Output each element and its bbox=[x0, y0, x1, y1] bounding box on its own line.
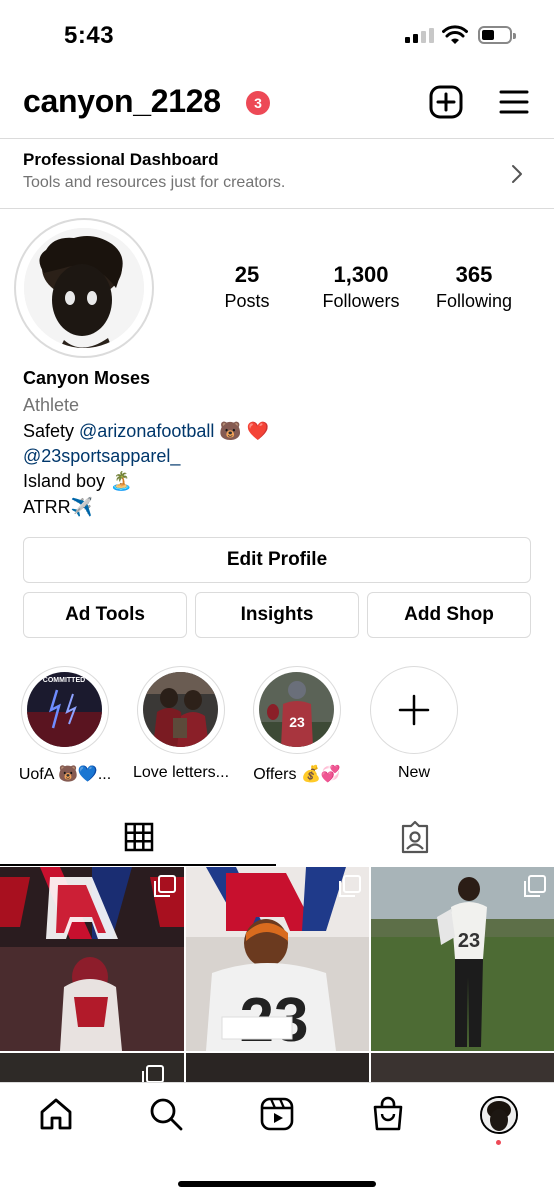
posts-stat[interactable]: 25 Posts bbox=[207, 262, 287, 312]
svg-text:23: 23 bbox=[289, 714, 305, 730]
search-icon[interactable] bbox=[148, 1096, 184, 1132]
tagged-photos-icon[interactable] bbox=[399, 820, 431, 854]
post-thumbnail[interactable]: 23 bbox=[371, 867, 554, 1051]
highlight-label: UofA 🐻💙... bbox=[18, 766, 112, 783]
plus-icon bbox=[398, 694, 429, 725]
activity-dot bbox=[496, 1140, 501, 1145]
shop-icon[interactable] bbox=[370, 1096, 406, 1132]
highlight-cover: COMMITTED bbox=[27, 672, 102, 747]
posts-count: 25 bbox=[234, 262, 260, 287]
edit-profile-button[interactable]: Edit Profile bbox=[23, 537, 531, 583]
multiple-photos-icon bbox=[524, 875, 546, 897]
posts-label: Posts bbox=[224, 291, 270, 311]
highlight-offers[interactable]: 23 Offers 💰💞 bbox=[253, 666, 341, 784]
highlight-cover: 23 bbox=[259, 672, 334, 747]
username-title[interactable]: canyon_2128 bbox=[23, 83, 221, 120]
post-thumbnail[interactable] bbox=[0, 867, 184, 1051]
multiple-photos-icon bbox=[339, 875, 361, 897]
following-count: 365 bbox=[455, 262, 493, 287]
wifi-icon bbox=[442, 25, 468, 44]
followers-label: Followers bbox=[322, 291, 400, 311]
mention-link-23sportsapparel[interactable]: @23sportsapparel_ bbox=[23, 446, 180, 467]
profile-category: Athlete bbox=[23, 395, 80, 415]
battery-icon bbox=[478, 26, 516, 44]
grid-icon[interactable] bbox=[124, 822, 154, 852]
notification-badge[interactable]: 3 bbox=[246, 91, 270, 115]
bio-line-4: ATRR✈️ bbox=[23, 497, 94, 517]
active-tab-indicator bbox=[0, 864, 276, 866]
new-highlight-button[interactable]: New bbox=[370, 666, 458, 782]
svg-text:23: 23 bbox=[458, 930, 480, 952]
following-label: Following bbox=[435, 291, 513, 311]
profile-name: Canyon Moses bbox=[23, 368, 151, 388]
following-stat[interactable]: 365 Following bbox=[424, 262, 524, 312]
profile-photo bbox=[24, 228, 144, 348]
profile-tab-photo bbox=[482, 1098, 516, 1132]
dashboard-subtitle: Tools and resources just for creators. bbox=[23, 174, 286, 191]
ad-tools-button[interactable]: Ad Tools bbox=[23, 592, 187, 638]
multiple-photos-icon bbox=[142, 1065, 164, 1083]
mention-link-arizonafootball[interactable]: @arizonafootball bbox=[79, 421, 214, 441]
highlight-cover bbox=[143, 672, 218, 747]
profile-avatar[interactable] bbox=[14, 218, 154, 358]
reels-icon[interactable] bbox=[259, 1096, 295, 1132]
insights-button[interactable]: Insights bbox=[195, 592, 359, 638]
multiple-photos-icon bbox=[154, 875, 176, 897]
home-indicator bbox=[178, 1181, 376, 1187]
cellular-signal-icon bbox=[405, 28, 434, 43]
bio-line-1: Safety @arizonafootball 🐻 ❤️ bbox=[23, 421, 269, 442]
post-thumbnail[interactable] bbox=[186, 1053, 369, 1083]
highlight-uofa[interactable]: COMMITTED UofA 🐻💙... bbox=[19, 666, 111, 784]
create-post-icon[interactable] bbox=[428, 84, 464, 120]
bio-emoji: 🐻 ❤️ bbox=[214, 421, 270, 441]
dashboard-title: Professional Dashboard bbox=[23, 150, 219, 169]
bio-line-3: Island boy 🏝️ bbox=[23, 471, 133, 491]
post-thumbnail[interactable]: 23 bbox=[186, 867, 369, 1051]
highlight-cover-text: COMMITTED bbox=[43, 677, 85, 684]
highlight-label: New bbox=[397, 764, 430, 781]
post-thumbnail[interactable] bbox=[0, 1053, 184, 1083]
divider bbox=[0, 208, 554, 209]
add-shop-button[interactable]: Add Shop bbox=[367, 592, 531, 638]
bio-text: Safety bbox=[23, 421, 80, 441]
highlight-label: Offers 💰💞 bbox=[253, 766, 341, 783]
status-time: 5:43 bbox=[64, 22, 115, 49]
followers-count: 1,300 bbox=[333, 262, 389, 287]
profile-tab-avatar[interactable] bbox=[480, 1096, 518, 1134]
home-icon[interactable] bbox=[38, 1096, 74, 1132]
post-thumbnail[interactable] bbox=[371, 1053, 554, 1083]
highlight-label: Love letters... bbox=[132, 764, 230, 781]
highlight-love-letters[interactable]: Love letters... bbox=[133, 666, 229, 782]
hamburger-menu-icon[interactable] bbox=[498, 88, 530, 116]
followers-stat[interactable]: 1,300 Followers bbox=[306, 262, 416, 312]
chevron-right-icon bbox=[512, 165, 522, 183]
